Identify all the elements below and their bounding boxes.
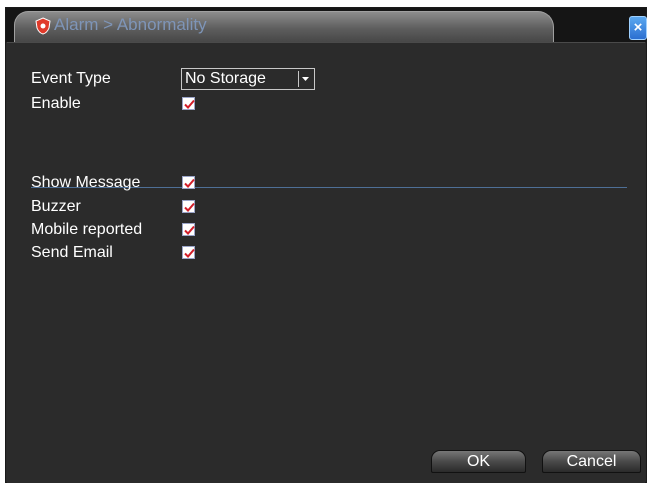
- show-message-checkbox[interactable]: [182, 176, 195, 189]
- check-icon: [184, 202, 195, 212]
- close-icon: ×: [633, 19, 643, 36]
- send-email-checkbox[interactable]: [182, 246, 195, 259]
- window-title: Alarm > Abnormality: [54, 15, 207, 34]
- event-type-select[interactable]: No Storage: [181, 68, 315, 90]
- check-icon: [184, 248, 195, 258]
- show-message-label: Show Message: [31, 174, 141, 191]
- event-type-label: Event Type: [31, 70, 111, 87]
- check-icon: [184, 178, 195, 188]
- cancel-button[interactable]: Cancel: [542, 450, 641, 473]
- close-button[interactable]: ×: [629, 16, 647, 40]
- alarm-abnormality-dialog: Alarm > Abnormality × Event Type No Stor…: [5, 7, 647, 483]
- chevron-down-icon: [298, 71, 312, 87]
- event-type-value: No Storage: [185, 70, 266, 87]
- ok-button[interactable]: OK: [431, 450, 526, 473]
- title-bar: Alarm > Abnormality ×: [6, 8, 647, 42]
- buzzer-checkbox[interactable]: [182, 200, 195, 213]
- check-icon: [184, 99, 195, 109]
- enable-checkbox[interactable]: [182, 97, 195, 110]
- mobile-reported-label: Mobile reported: [31, 221, 143, 238]
- shield-icon: [35, 17, 51, 35]
- send-email-label: Send Email: [31, 244, 113, 261]
- enable-label: Enable: [31, 95, 81, 112]
- buzzer-label: Buzzer: [31, 198, 81, 215]
- check-icon: [184, 225, 195, 235]
- mobile-reported-checkbox[interactable]: [182, 223, 195, 236]
- dialog-content: Event Type No Storage Enable Show Messag…: [7, 42, 645, 483]
